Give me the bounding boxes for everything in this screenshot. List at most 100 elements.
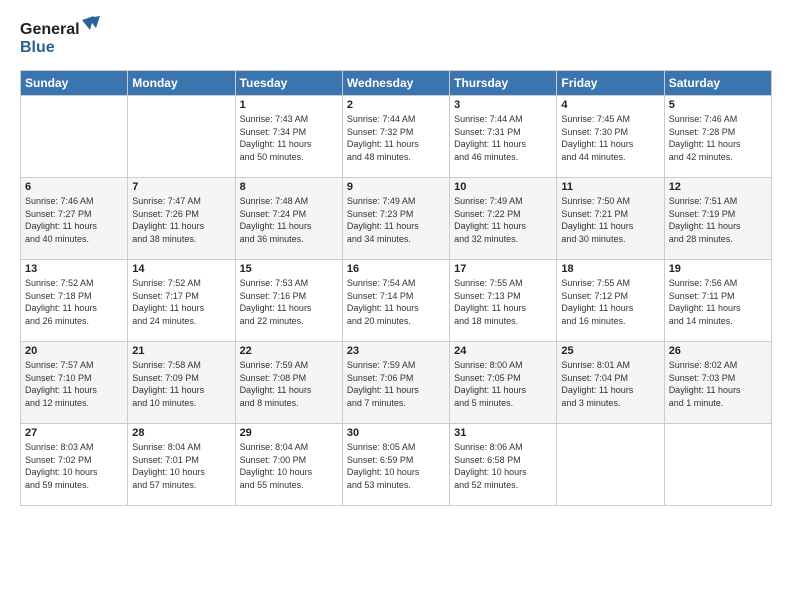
calendar-cell: 18 Sunrise: 7:55 AM Sunset: 7:12 PM Dayli… [557,260,664,342]
day-info: Sunrise: 7:46 AM Sunset: 7:28 PM Dayligh… [669,113,767,163]
day-number: 23 [347,345,445,357]
page-container: GeneralBlue SundayMondayTuesdayWednesday… [0,0,792,516]
calendar-cell: 17 Sunrise: 7:55 AM Sunset: 7:13 PM Dayli… [450,260,557,342]
calendar-cell: 12 Sunrise: 7:51 AM Sunset: 7:19 PM Dayli… [664,178,771,260]
day-number: 2 [347,99,445,111]
day-info: Sunrise: 7:47 AM Sunset: 7:26 PM Dayligh… [132,195,230,245]
day-number: 31 [454,427,552,439]
day-info: Sunrise: 7:45 AM Sunset: 7:30 PM Dayligh… [561,113,659,163]
calendar-cell: 31 Sunrise: 8:06 AM Sunset: 6:58 PM Dayli… [450,424,557,506]
day-info: Sunrise: 7:49 AM Sunset: 7:22 PM Dayligh… [454,195,552,245]
calendar-cell: 28 Sunrise: 8:04 AM Sunset: 7:01 PM Dayli… [128,424,235,506]
calendar-cell: 24 Sunrise: 8:00 AM Sunset: 7:05 PM Dayli… [450,342,557,424]
calendar-header-row: SundayMondayTuesdayWednesdayThursdayFrid… [21,71,772,96]
day-info: Sunrise: 8:01 AM Sunset: 7:04 PM Dayligh… [561,359,659,409]
calendar-week-row: 6 Sunrise: 7:46 AM Sunset: 7:27 PM Daylig… [21,178,772,260]
calendar-cell: 3 Sunrise: 7:44 AM Sunset: 7:31 PM Daylig… [450,96,557,178]
calendar-cell: 15Sunrise: 7:53 AM Sunset: 7:16 PM Dayli… [235,260,342,342]
day-number: 29 [240,427,338,439]
calendar-day-header: Wednesday [342,71,449,96]
svg-text:General: General [20,21,80,38]
day-number: 28 [132,427,230,439]
day-info: Sunrise: 8:03 AM Sunset: 7:02 PM Dayligh… [25,441,123,491]
calendar-cell: 2 Sunrise: 7:44 AM Sunset: 7:32 PM Daylig… [342,96,449,178]
day-number: 9 [347,181,445,193]
day-info: Sunrise: 8:04 AM Sunset: 7:01 PM Dayligh… [132,441,230,491]
day-number: 27 [25,427,123,439]
day-info: Sunrise: 7:59 AM Sunset: 7:08 PM Dayligh… [240,359,338,409]
day-number: 16 [347,263,445,275]
day-number: 6 [25,181,123,193]
day-info: Sunrise: 8:06 AM Sunset: 6:58 PM Dayligh… [454,441,552,491]
calendar-cell: 13 Sunrise: 7:52 AM Sunset: 7:18 PM Dayli… [21,260,128,342]
day-number: 25 [561,345,659,357]
calendar-cell [557,424,664,506]
calendar-cell: 23 Sunrise: 7:59 AM Sunset: 7:06 PM Dayli… [342,342,449,424]
calendar-cell: 16Sunrise: 7:54 AM Sunset: 7:14 PM Dayli… [342,260,449,342]
calendar-cell [664,424,771,506]
day-number: 18 [561,263,659,275]
day-number: 12 [669,181,767,193]
calendar-cell: 26 Sunrise: 8:02 AM Sunset: 7:03 PM Dayli… [664,342,771,424]
calendar-cell: 25 Sunrise: 8:01 AM Sunset: 7:04 PM Dayli… [557,342,664,424]
day-number: 13 [25,263,123,275]
day-info: Sunrise: 7:55 AM Sunset: 7:13 PM Dayligh… [454,277,552,327]
calendar-cell: 19 Sunrise: 7:56 AM Sunset: 7:11 PM Dayli… [664,260,771,342]
day-info: Sunrise: 7:51 AM Sunset: 7:19 PM Dayligh… [669,195,767,245]
calendar-cell: 11 Sunrise: 7:50 AM Sunset: 7:21 PM Dayli… [557,178,664,260]
day-info: Sunrise: 7:44 AM Sunset: 7:32 PM Dayligh… [347,113,445,163]
day-number: 24 [454,345,552,357]
calendar-cell: 9Sunrise: 7:49 AM Sunset: 7:23 PM Daylig… [342,178,449,260]
calendar-cell: 30Sunrise: 8:05 AM Sunset: 6:59 PM Dayli… [342,424,449,506]
day-number: 1 [240,99,338,111]
day-info: Sunrise: 7:59 AM Sunset: 7:06 PM Dayligh… [347,359,445,409]
day-number: 4 [561,99,659,111]
day-number: 11 [561,181,659,193]
day-info: Sunrise: 7:53 AM Sunset: 7:16 PM Dayligh… [240,277,338,327]
day-info: Sunrise: 7:50 AM Sunset: 7:21 PM Dayligh… [561,195,659,245]
day-info: Sunrise: 7:52 AM Sunset: 7:18 PM Dayligh… [25,277,123,327]
day-number: 22 [240,345,338,357]
day-info: Sunrise: 7:48 AM Sunset: 7:24 PM Dayligh… [240,195,338,245]
day-number: 26 [669,345,767,357]
day-number: 30 [347,427,445,439]
calendar-cell [21,96,128,178]
day-info: Sunrise: 7:46 AM Sunset: 7:27 PM Dayligh… [25,195,123,245]
day-info: Sunrise: 8:02 AM Sunset: 7:03 PM Dayligh… [669,359,767,409]
calendar-week-row: 20Sunrise: 7:57 AM Sunset: 7:10 PM Dayli… [21,342,772,424]
calendar-cell [128,96,235,178]
logo: GeneralBlue [20,16,100,60]
calendar-table: SundayMondayTuesdayWednesdayThursdayFrid… [20,70,772,506]
day-number: 8 [240,181,338,193]
day-number: 20 [25,345,123,357]
day-number: 19 [669,263,767,275]
calendar-cell: 10 Sunrise: 7:49 AM Sunset: 7:22 PM Dayli… [450,178,557,260]
calendar-cell: 7 Sunrise: 7:47 AM Sunset: 7:26 PM Daylig… [128,178,235,260]
calendar-cell: 20Sunrise: 7:57 AM Sunset: 7:10 PM Dayli… [21,342,128,424]
day-number: 5 [669,99,767,111]
calendar-cell: 14Sunrise: 7:52 AM Sunset: 7:17 PM Dayli… [128,260,235,342]
calendar-day-header: Monday [128,71,235,96]
day-info: Sunrise: 8:00 AM Sunset: 7:05 PM Dayligh… [454,359,552,409]
calendar-day-header: Thursday [450,71,557,96]
header: GeneralBlue [20,16,772,60]
calendar-week-row: 13 Sunrise: 7:52 AM Sunset: 7:18 PM Dayli… [21,260,772,342]
calendar-cell: 6 Sunrise: 7:46 AM Sunset: 7:27 PM Daylig… [21,178,128,260]
calendar-cell: 21Sunrise: 7:58 AM Sunset: 7:09 PM Dayli… [128,342,235,424]
calendar-day-header: Sunday [21,71,128,96]
day-info: Sunrise: 7:56 AM Sunset: 7:11 PM Dayligh… [669,277,767,327]
day-number: 17 [454,263,552,275]
calendar-cell: 4 Sunrise: 7:45 AM Sunset: 7:30 PM Daylig… [557,96,664,178]
calendar-cell: 22 Sunrise: 7:59 AM Sunset: 7:08 PM Dayli… [235,342,342,424]
day-number: 7 [132,181,230,193]
day-info: Sunrise: 7:44 AM Sunset: 7:31 PM Dayligh… [454,113,552,163]
calendar-cell: 8 Sunrise: 7:48 AM Sunset: 7:24 PM Daylig… [235,178,342,260]
day-number: 10 [454,181,552,193]
calendar-cell: 1Sunrise: 7:43 AM Sunset: 7:34 PM Daylig… [235,96,342,178]
calendar-day-header: Saturday [664,71,771,96]
calendar-week-row: 1Sunrise: 7:43 AM Sunset: 7:34 PM Daylig… [21,96,772,178]
day-info: Sunrise: 8:04 AM Sunset: 7:00 PM Dayligh… [240,441,338,491]
day-info: Sunrise: 7:55 AM Sunset: 7:12 PM Dayligh… [561,277,659,327]
day-number: 3 [454,99,552,111]
day-info: Sunrise: 7:52 AM Sunset: 7:17 PM Dayligh… [132,277,230,327]
